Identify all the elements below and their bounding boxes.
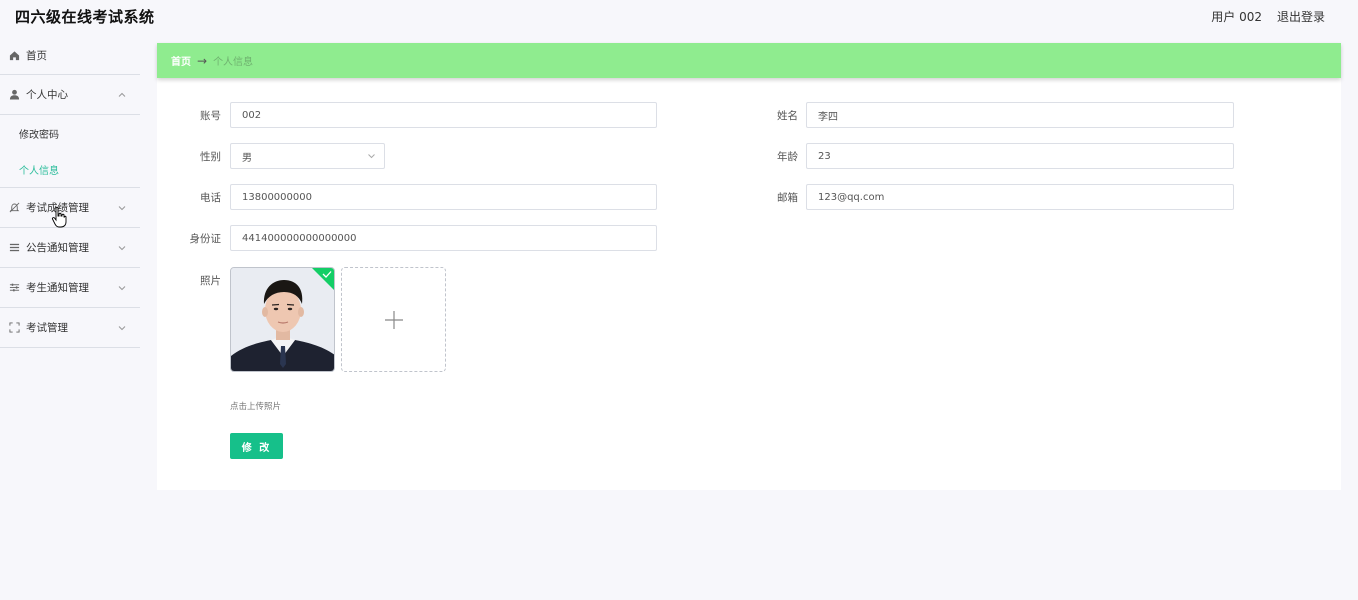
sidebar-item-personal-center[interactable]: 个人中心 [0, 75, 140, 115]
chevron-down-icon [118, 284, 126, 292]
arrow-right-icon: → [197, 53, 208, 68]
home-icon [8, 50, 20, 62]
bell-icon [8, 202, 20, 214]
sidebar-item-label: 公告通知管理 [26, 242, 89, 254]
sidebar-item-announcement[interactable]: 公告通知管理 [0, 228, 140, 268]
chevron-down-icon [118, 324, 126, 332]
breadcrumb: 首页 → 个人信息 [157, 43, 1341, 78]
phone-field[interactable]: 13800000000 [230, 184, 657, 210]
email-field[interactable]: 123@qq.com [806, 184, 1234, 210]
chevron-down-icon [118, 244, 126, 252]
name-field[interactable]: 李四 [806, 102, 1234, 128]
sidebar: 首页 个人中心 修改密码 个人信息 考试成绩管理 公告通知管理 [0, 37, 140, 600]
photo-label: 照片 [200, 275, 221, 287]
breadcrumb-current: 个人信息 [213, 57, 254, 68]
logout-link[interactable]: 退出登录 [1277, 8, 1325, 25]
profile-photo[interactable] [230, 267, 335, 372]
sidebar-item-student-notice[interactable]: 考生通知管理 [0, 268, 140, 308]
submit-button[interactable]: 修 改 [230, 433, 283, 459]
id-card-label: 身份证 [189, 233, 222, 245]
submenu-personal-center: 修改密码 个人信息 [0, 115, 140, 188]
sidebar-item-label: 首页 [26, 50, 47, 62]
main-panel: 首页 → 个人信息 账号 002 姓名 李四 性别 男 年龄 23 电话 138… [157, 43, 1341, 490]
sidebar-item-label: 考试管理 [26, 322, 68, 334]
phone-label: 电话 [200, 192, 221, 204]
upload-success-icon [312, 268, 334, 290]
sidebar-item-label: 考生通知管理 [26, 282, 89, 294]
gender-select[interactable]: 男 [230, 143, 385, 169]
breadcrumb-home-link[interactable]: 首页 [171, 53, 191, 68]
age-label: 年龄 [777, 151, 798, 163]
gender-label: 性别 [200, 151, 221, 163]
chevron-up-icon [118, 91, 126, 99]
app-title: 四六级在线考试系统 [15, 8, 155, 26]
hand-cursor-icon [51, 206, 67, 228]
photo-upload-button[interactable] [341, 267, 446, 372]
chevron-down-icon [118, 204, 126, 212]
sidebar-item-label: 个人中心 [26, 89, 68, 101]
gender-select-value: 男 [242, 152, 252, 164]
email-label: 邮箱 [777, 192, 798, 204]
chevron-down-icon [367, 152, 376, 161]
plus-icon [384, 310, 403, 329]
sidebar-item-exam-management[interactable]: 考试管理 [0, 308, 140, 348]
user-icon [8, 89, 20, 101]
account-label: 账号 [200, 110, 221, 122]
upload-hint: 点击上传照片 [230, 402, 282, 412]
id-card-field[interactable]: 441400000000000000 [230, 225, 657, 251]
sidebar-item-exam-score[interactable]: 考试成绩管理 [0, 188, 140, 228]
age-field[interactable]: 23 [806, 143, 1234, 169]
sidebar-item-personal-info[interactable]: 个人信息 [0, 151, 140, 187]
user-label: 用户 002 [1211, 10, 1262, 24]
sliders-icon [8, 282, 20, 294]
top-header: 四六级在线考试系统 用户 002 退出登录 [0, 0, 1358, 33]
list-icon [8, 242, 20, 254]
sidebar-item-home[interactable]: 首页 [0, 37, 140, 75]
fullscreen-icon [8, 322, 20, 334]
name-label: 姓名 [777, 110, 798, 122]
sidebar-item-change-password[interactable]: 修改密码 [0, 115, 140, 151]
account-field[interactable]: 002 [230, 102, 657, 128]
